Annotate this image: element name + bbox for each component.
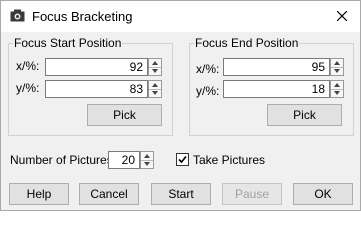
spin-down-icon[interactable]	[149, 89, 161, 97]
pause-button[interactable]: Pause	[222, 183, 282, 205]
close-icon	[337, 11, 347, 21]
window-title: Focus Bracketing	[32, 9, 133, 24]
end-pick-button[interactable]: Pick	[267, 104, 342, 126]
close-button[interactable]	[332, 6, 352, 26]
end-x-label: x/%:	[196, 62, 220, 76]
start-x-label: x/%:	[16, 59, 40, 73]
end-y-spinner[interactable]	[330, 80, 344, 98]
end-x-field[interactable]: 95	[223, 58, 330, 76]
pictures-label: Number of Pictures:	[10, 153, 117, 167]
help-button[interactable]: Help	[9, 183, 69, 205]
focus-start-title: Focus Start Position	[13, 36, 123, 50]
end-y-label: y/%:	[196, 84, 220, 98]
camera-icon	[10, 9, 25, 22]
take-pictures-label[interactable]: Take Pictures	[193, 153, 265, 167]
start-x-field[interactable]: 92	[45, 58, 148, 76]
start-y-spinner[interactable]	[148, 80, 162, 98]
ok-button[interactable]: OK	[293, 183, 353, 205]
end-x-spinner[interactable]	[330, 58, 344, 76]
pictures-spinner[interactable]	[140, 151, 154, 169]
pictures-field[interactable]: 20	[108, 151, 140, 169]
take-pictures-checkbox[interactable]	[176, 153, 189, 166]
spin-down-icon[interactable]	[331, 89, 343, 97]
start-y-label: y/%:	[16, 81, 40, 95]
checkmark-icon	[178, 155, 187, 164]
start-pick-button[interactable]: Pick	[87, 104, 162, 126]
end-y-field[interactable]: 18	[223, 80, 330, 98]
focus-end-title: Focus End Position	[194, 36, 300, 50]
cancel-button[interactable]: Cancel	[79, 183, 139, 205]
spin-down-icon[interactable]	[149, 67, 161, 75]
start-x-spinner[interactable]	[148, 58, 162, 76]
start-button[interactable]: Start	[151, 183, 211, 205]
spin-down-icon[interactable]	[331, 67, 343, 75]
start-y-field[interactable]: 83	[45, 80, 148, 98]
title-bar: Focus Bracketing	[1, 1, 360, 32]
spin-down-icon[interactable]	[141, 160, 153, 168]
focus-bracketing-dialog: Focus Bracketing Focus Start Position x/…	[0, 0, 361, 211]
